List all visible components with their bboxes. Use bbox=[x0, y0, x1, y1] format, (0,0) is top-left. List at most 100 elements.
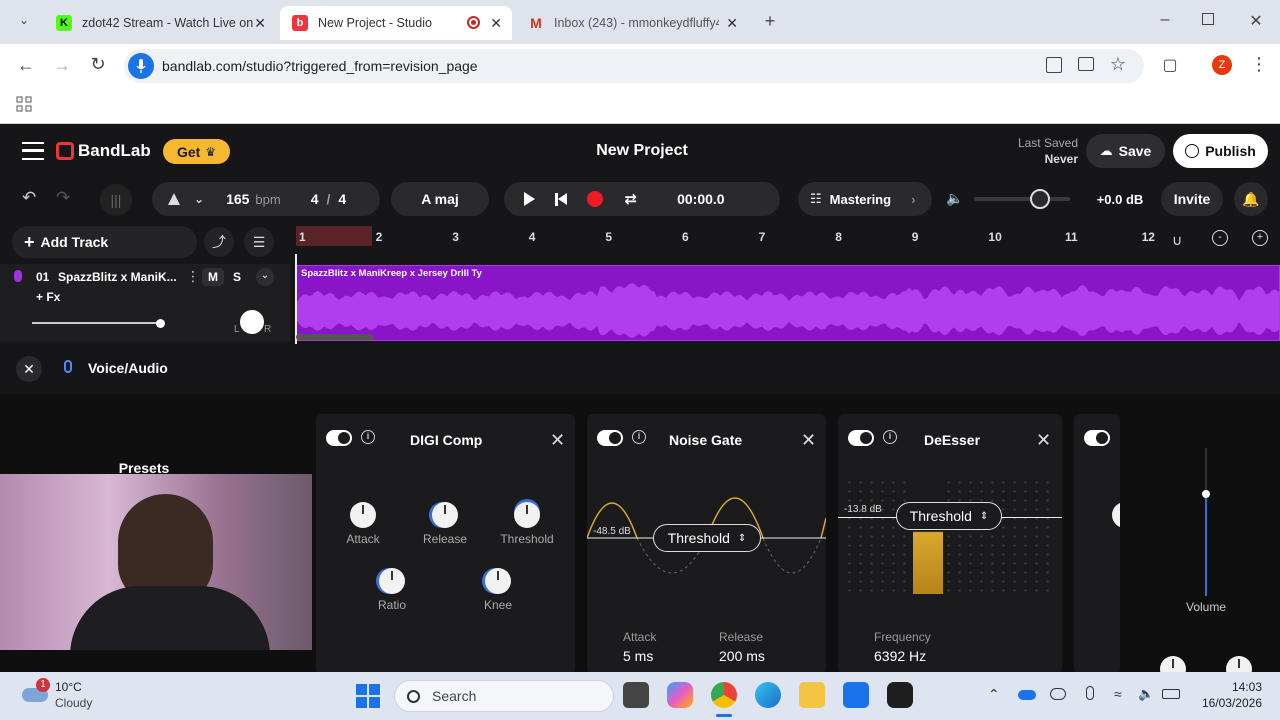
track-filter-icon[interactable]: ☰ bbox=[244, 227, 274, 257]
close-fx-panel-icon[interactable]: ✕ bbox=[16, 356, 42, 382]
deesser-toggle[interactable] bbox=[848, 430, 874, 446]
ratio-knob[interactable] bbox=[379, 568, 405, 594]
clock-date[interactable]: 16/03/2026 bbox=[1190, 696, 1262, 710]
knee-knob[interactable] bbox=[485, 568, 511, 594]
browser-tab[interactable]: K zdot42 Stream - Watch Live on ✕ bbox=[44, 6, 276, 40]
close-tab-icon[interactable]: ✕ bbox=[726, 15, 738, 32]
forward-icon[interactable]: → bbox=[52, 55, 72, 76]
mute-button[interactable]: M bbox=[202, 268, 224, 286]
weather-desc[interactable]: Cloudy bbox=[55, 696, 92, 710]
chrome-icon[interactable] bbox=[711, 682, 737, 708]
pan-knob[interactable] bbox=[240, 310, 264, 334]
edge-icon[interactable] bbox=[755, 682, 781, 708]
bookmark-star-icon[interactable]: ☆ bbox=[1108, 54, 1128, 75]
timeline-ruler[interactable]: 1 2 3 4 5 6 7 8 9 10 11 12 bbox=[296, 226, 1162, 252]
new-tab-icon[interactable]: + bbox=[760, 11, 780, 32]
restore-icon[interactable] bbox=[1202, 13, 1214, 25]
threshold-knob[interactable] bbox=[514, 502, 540, 528]
attack-knob[interactable] bbox=[350, 502, 376, 528]
loop-icon[interactable]: ⇄ bbox=[625, 190, 638, 208]
play-icon[interactable] bbox=[524, 192, 535, 206]
metronome-dropdown-icon[interactable]: ⌄ bbox=[194, 192, 204, 206]
close-window-icon[interactable]: ✕ bbox=[1248, 11, 1264, 31]
digi-comp-toggle[interactable] bbox=[326, 430, 352, 446]
audio-region[interactable]: SpazzBlitz x ManiKreep x Jersey Drill Ty bbox=[296, 265, 1280, 341]
windows-start-icon[interactable] bbox=[356, 684, 380, 708]
metronome-icon[interactable] bbox=[168, 193, 180, 205]
show-hidden-icons-icon[interactable]: ⌃ bbox=[988, 686, 1000, 703]
digi-comp-close-icon[interactable]: ✕ bbox=[550, 430, 565, 451]
project-title[interactable]: New Project bbox=[560, 142, 724, 160]
back-icon[interactable]: ← bbox=[16, 55, 36, 76]
noise-gate-close-icon[interactable]: ✕ bbox=[801, 430, 816, 451]
game-app-icon[interactable] bbox=[887, 682, 913, 708]
deesser-close-icon[interactable]: ✕ bbox=[1036, 430, 1051, 451]
time-signature-denominator[interactable]: 4 bbox=[338, 191, 346, 207]
weather-temp[interactable]: 10°C bbox=[55, 680, 82, 694]
apps-grid-icon[interactable] bbox=[16, 96, 32, 112]
volume-fader[interactable] bbox=[1180, 448, 1232, 598]
close-tab-icon[interactable]: ✕ bbox=[490, 15, 502, 32]
next-effect-knob[interactable] bbox=[1112, 502, 1120, 528]
browser-tab-active[interactable]: b New Project - Studio ✕ bbox=[280, 6, 512, 40]
get-premium-button[interactable]: Get ♛ bbox=[163, 139, 230, 164]
battery-icon[interactable] bbox=[1162, 689, 1180, 699]
instruments-icon[interactable]: ||| bbox=[100, 184, 132, 216]
track-name[interactable]: SpazzBlitz x ManiK... bbox=[58, 270, 177, 284]
snap-magnet-icon[interactable]: ∪ bbox=[1172, 232, 1182, 249]
release-param-value[interactable]: 200 ms bbox=[719, 648, 765, 664]
browser-tab[interactable]: M Inbox (243) - mmonkeydfluffy4 ✕ bbox=[516, 6, 748, 40]
tab-search-icon[interactable]: ⌄ bbox=[14, 13, 34, 27]
reading-mode-icon[interactable] bbox=[1046, 57, 1062, 73]
track-volume-slider[interactable] bbox=[32, 322, 162, 324]
reload-icon[interactable]: ↻ bbox=[88, 54, 108, 75]
master-volume-thumb[interactable] bbox=[1030, 189, 1050, 209]
noise-gate-threshold-selector[interactable]: Threshold ⇕ bbox=[653, 524, 761, 552]
notification-bell-icon[interactable]: 🔔 bbox=[1234, 182, 1268, 216]
noise-gate-toggle[interactable] bbox=[597, 430, 623, 446]
address-bar[interactable]: bandlab.com/studio?triggered_from=revisi… bbox=[124, 49, 1144, 83]
next-effect-toggle[interactable] bbox=[1084, 430, 1110, 446]
microsoft-store-icon[interactable] bbox=[843, 682, 869, 708]
frequency-value[interactable]: 6392 Hz bbox=[874, 648, 926, 664]
network-cloud-icon[interactable] bbox=[1050, 688, 1066, 700]
minimize-icon[interactable]: – bbox=[1158, 11, 1172, 29]
solo-button[interactable]: S bbox=[228, 268, 246, 286]
record-icon[interactable] bbox=[586, 191, 603, 207]
horizontal-scrollbar[interactable] bbox=[296, 334, 374, 340]
speaker-icon[interactable]: 🔈 bbox=[946, 190, 963, 207]
mic-tray-icon[interactable] bbox=[1086, 686, 1094, 700]
track-volume-thumb[interactable] bbox=[156, 319, 165, 328]
url-text[interactable]: bandlab.com/studio?triggered_from=revisi… bbox=[162, 58, 478, 74]
skip-to-start-icon[interactable] bbox=[555, 192, 567, 206]
close-tab-icon[interactable]: ✕ bbox=[254, 15, 266, 32]
volume-fader-thumb[interactable] bbox=[1202, 490, 1210, 498]
mastering-button[interactable]: ☷ Mastering › bbox=[798, 182, 932, 216]
digi-comp-info-icon[interactable]: i bbox=[361, 430, 375, 444]
track-header[interactable]: 01 SpazzBlitz x ManiK... ⋮ M S ⌄ + Fx L … bbox=[0, 264, 290, 342]
track-expand-icon[interactable]: ⌄ bbox=[256, 268, 274, 286]
microphone-icon[interactable] bbox=[128, 53, 154, 79]
zoom-out-icon[interactable]: - bbox=[1212, 230, 1228, 246]
release-knob[interactable] bbox=[432, 502, 458, 528]
zoom-in-icon[interactable]: + bbox=[1252, 230, 1268, 246]
deesser-threshold-selector[interactable]: Threshold ⇕ bbox=[896, 502, 1002, 530]
deesser-info-icon[interactable]: i bbox=[883, 430, 897, 444]
redo-icon[interactable]: ↷ bbox=[56, 188, 70, 208]
onedrive-icon[interactable] bbox=[1018, 690, 1036, 700]
volume-tray-icon[interactable]: 🔈 bbox=[1138, 686, 1154, 702]
cast-icon[interactable] bbox=[1078, 57, 1094, 71]
task-view-icon[interactable] bbox=[623, 682, 649, 708]
master-volume-slider[interactable] bbox=[974, 189, 1070, 209]
extensions-icon[interactable]: ▢ bbox=[1160, 55, 1180, 75]
hamburger-menu-icon[interactable] bbox=[22, 142, 44, 160]
time-signature-numerator[interactable]: 4 bbox=[311, 191, 319, 207]
copilot-icon[interactable] bbox=[667, 682, 693, 708]
clock-time[interactable]: 14:03 bbox=[1200, 680, 1262, 694]
noise-gate-info-icon[interactable]: i bbox=[632, 430, 646, 444]
publish-button[interactable]: Publish bbox=[1173, 134, 1268, 168]
invite-button[interactable]: Invite bbox=[1161, 182, 1223, 216]
tempo-value[interactable]: 165 bbox=[226, 191, 249, 207]
save-button[interactable]: ☁ Save bbox=[1086, 134, 1165, 168]
playhead-line[interactable] bbox=[295, 254, 297, 344]
